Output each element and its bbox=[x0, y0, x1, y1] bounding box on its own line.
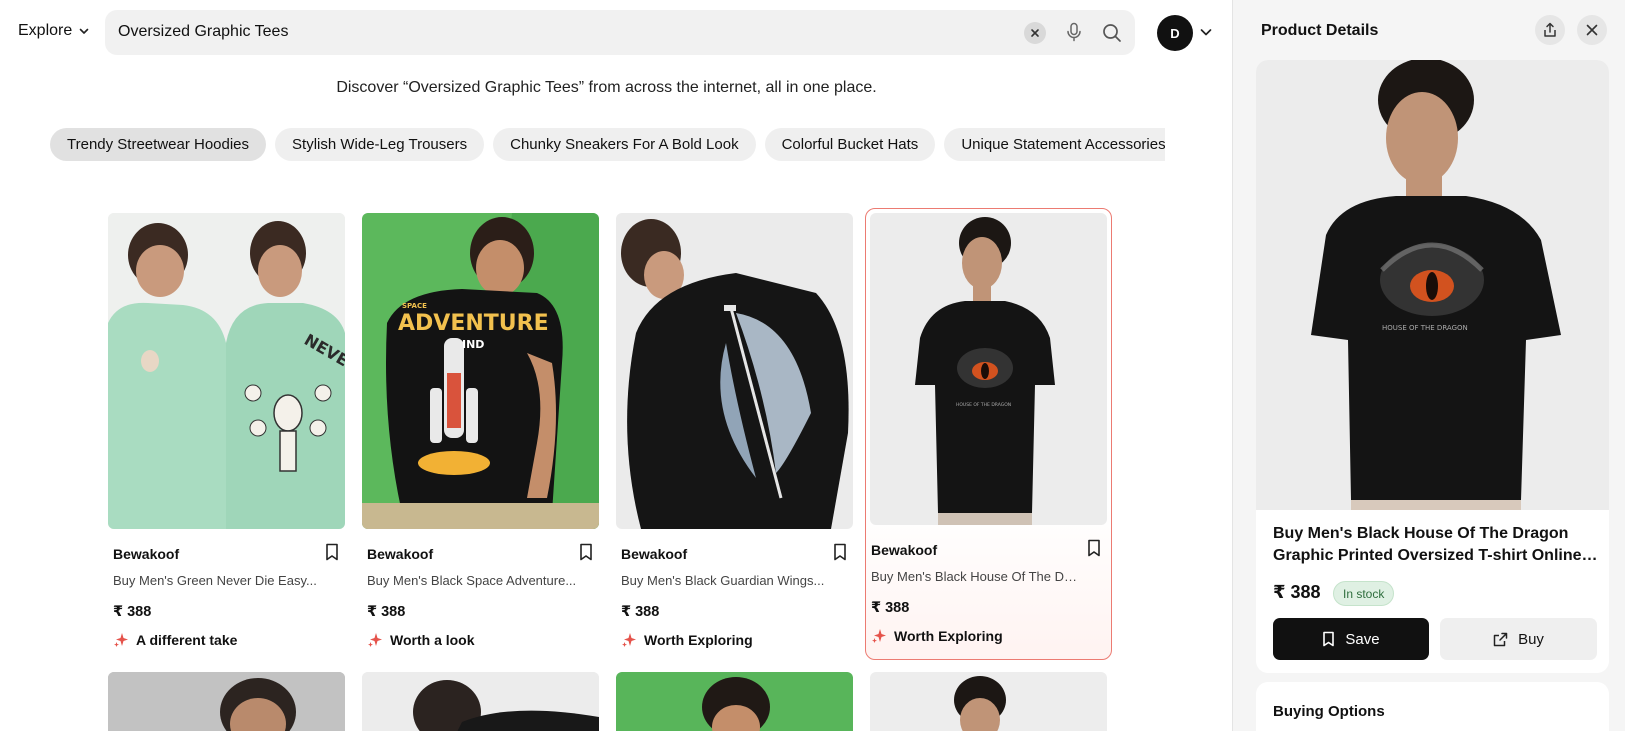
share-button[interactable] bbox=[1535, 15, 1565, 45]
sparkle-icon bbox=[114, 633, 128, 647]
account-menu-button[interactable] bbox=[1198, 24, 1214, 40]
chip-stylish-wide-leg-trousers[interactable]: Stylish Wide-Leg Trousers bbox=[275, 128, 485, 161]
product-title: Buy Men's Black Space Adventure... bbox=[367, 573, 577, 588]
product-details-panel: Product Details HOUSE OF THE DRAGON Buy … bbox=[1232, 0, 1625, 731]
voice-search-button[interactable] bbox=[1063, 21, 1085, 43]
product-card-selected[interactable]: HOUSE OF THE DRAGON Bewakoof Buy Men's B… bbox=[865, 208, 1112, 660]
product-name-line1: Buy Men's Black House Of The Dragon bbox=[1273, 525, 1569, 542]
bookmark-icon[interactable] bbox=[1086, 539, 1102, 557]
product-brand: Bewakoof bbox=[871, 542, 938, 558]
product-image-guardian-tee[interactable] bbox=[616, 213, 853, 529]
svg-text:HOUSE OF THE DRAGON: HOUSE OF THE DRAGON bbox=[956, 402, 1011, 408]
product-title: Buy Men's Black Guardian Wings... bbox=[621, 573, 825, 588]
svg-text:IND: IND bbox=[462, 338, 484, 351]
external-link-icon bbox=[1493, 632, 1508, 646]
ai-tag-label: Worth Exploring bbox=[894, 628, 1003, 644]
product-image-space-tee[interactable]: SPACE ADVENTURE IND bbox=[362, 213, 599, 529]
product-title: Buy Men's Green Never Die Easy... bbox=[113, 573, 317, 588]
search-icon bbox=[1103, 24, 1121, 42]
product-price: ₹ 388 bbox=[871, 600, 910, 616]
results-area: Explore Oversized Graphic Tees D Discove… bbox=[0, 0, 1232, 731]
explore-label: Explore bbox=[18, 22, 73, 39]
product-price: ₹ 388 bbox=[367, 604, 406, 620]
share-icon bbox=[1544, 22, 1556, 37]
close-panel-button[interactable] bbox=[1577, 15, 1607, 45]
product-brand: Bewakoof bbox=[621, 546, 688, 562]
chip-unique-statement-accessories[interactable]: Unique Statement Accessories bbox=[944, 128, 1165, 161]
search-input[interactable]: Oversized Graphic Tees bbox=[118, 23, 288, 41]
close-icon bbox=[1031, 29, 1039, 37]
product-card-partial[interactable] bbox=[362, 672, 599, 731]
ai-tag-label: A different take bbox=[136, 632, 238, 648]
product-brand: Bewakoof bbox=[367, 546, 434, 562]
top-bar: Explore Oversized Graphic Tees D bbox=[0, 10, 1232, 56]
product-brand: Bewakoof bbox=[113, 546, 180, 562]
chip-colorful-bucket-hats[interactable]: Colorful Bucket Hats bbox=[764, 128, 936, 161]
chevron-down-icon bbox=[1200, 29, 1212, 36]
product-card-partial[interactable] bbox=[870, 672, 1107, 731]
save-button[interactable]: Save bbox=[1273, 618, 1429, 660]
chip-chunky-sneakers[interactable]: Chunky Sneakers For A Bold Look bbox=[493, 128, 756, 161]
explore-menu-button[interactable]: Explore bbox=[18, 22, 90, 40]
product-card[interactable]: SPACE ADVENTURE IND Bewakoof Buy Men's B… bbox=[362, 213, 599, 665]
search-bar[interactable]: Oversized Graphic Tees bbox=[105, 10, 1135, 55]
product-hero-image[interactable]: HOUSE OF THE DRAGON bbox=[1256, 60, 1609, 510]
avatar[interactable]: D bbox=[1157, 15, 1193, 51]
panel-title: Product Details bbox=[1261, 22, 1379, 39]
microphone-icon bbox=[1067, 22, 1081, 42]
ai-tag: A different take bbox=[113, 632, 237, 648]
save-button-label: Save bbox=[1345, 630, 1380, 648]
product-name-line2: Graphic Printed Oversized T-shirt Online… bbox=[1273, 547, 1598, 564]
svg-text:SPACE: SPACE bbox=[402, 302, 427, 310]
buy-button[interactable]: Buy bbox=[1440, 618, 1597, 660]
product-name: Buy Men's Black House Of The Dragon Grap… bbox=[1273, 523, 1598, 567]
ai-tag: Worth a look bbox=[367, 632, 475, 648]
svg-text:ADVENTURE: ADVENTURE bbox=[398, 311, 549, 336]
product-image-green-tee[interactable]: NEVER DIE EASY bbox=[108, 213, 345, 529]
buying-options-heading: Buying Options bbox=[1273, 703, 1385, 720]
bookmark-icon[interactable] bbox=[324, 543, 340, 561]
clear-search-button[interactable] bbox=[1024, 22, 1046, 44]
product-price: ₹ 388 bbox=[113, 604, 152, 620]
ai-tag: Worth Exploring bbox=[621, 632, 753, 648]
buying-options-section: Buying Options bbox=[1256, 682, 1609, 731]
bookmark-icon[interactable] bbox=[578, 543, 594, 561]
bookmark-icon[interactable] bbox=[832, 543, 848, 561]
product-title: Buy Men's Black House Of The Drago... bbox=[871, 569, 1081, 584]
suggestion-chips: Trendy Streetwear Hoodies Stylish Wide-L… bbox=[50, 128, 1165, 162]
discover-text: Discover “Oversized Graphic Tees” from a… bbox=[336, 79, 877, 96]
sparkle-icon bbox=[368, 633, 382, 647]
svg-text:HOUSE OF THE DRAGON: HOUSE OF THE DRAGON bbox=[1382, 324, 1468, 332]
product-card[interactable]: NEVER DIE EASY Bewakoof Buy Men's Green … bbox=[108, 213, 345, 665]
chevron-down-icon bbox=[79, 28, 89, 34]
search-button[interactable] bbox=[1100, 21, 1124, 45]
product-image-dragon-tee[interactable]: HOUSE OF THE DRAGON bbox=[870, 213, 1107, 525]
ai-tag-label: Worth a look bbox=[390, 632, 475, 648]
sparkle-icon bbox=[622, 633, 636, 647]
product-price: ₹ 388 bbox=[1273, 582, 1321, 602]
product-card-partial[interactable] bbox=[108, 672, 345, 731]
product-card-partial[interactable] bbox=[616, 672, 853, 731]
ai-tag-label: Worth Exploring bbox=[644, 632, 753, 648]
chip-trendy-streetwear-hoodies[interactable]: Trendy Streetwear Hoodies bbox=[50, 128, 267, 161]
product-card[interactable]: Bewakoof Buy Men's Black Guardian Wings.… bbox=[616, 213, 853, 665]
buy-button-label: Buy bbox=[1518, 630, 1544, 648]
stock-badge: In stock bbox=[1333, 581, 1395, 606]
close-icon bbox=[1586, 24, 1598, 36]
product-summary-card: HOUSE OF THE DRAGON Buy Men's Black Hous… bbox=[1256, 60, 1609, 673]
bookmark-icon bbox=[1323, 631, 1335, 647]
sparkle-icon bbox=[872, 629, 886, 643]
ai-tag: Worth Exploring bbox=[871, 628, 1003, 644]
product-price: ₹ 388 bbox=[621, 604, 660, 620]
